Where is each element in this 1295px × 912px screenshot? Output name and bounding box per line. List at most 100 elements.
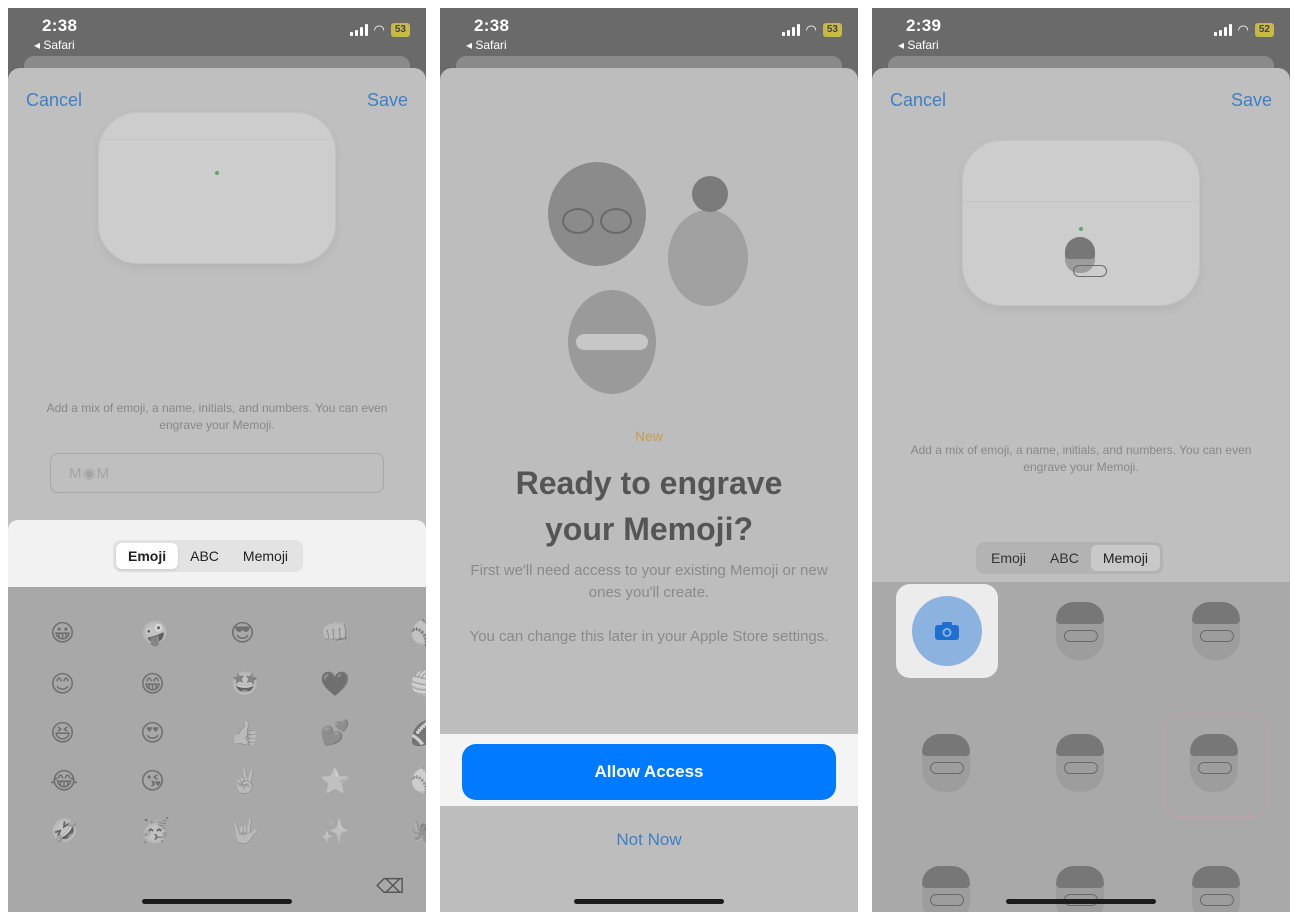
emoji-key[interactable]: 🤪	[140, 620, 170, 648]
segment-abc[interactable]: ABC	[178, 543, 231, 569]
battery-icon: 53	[390, 23, 410, 37]
case-lid-line	[963, 201, 1199, 202]
emoji-key[interactable]: 😘	[140, 768, 165, 796]
segment-abc[interactable]: ABC	[1038, 545, 1091, 571]
camera-button[interactable]	[912, 596, 982, 666]
back-to-safari-link[interactable]: ◂ Safari	[898, 38, 939, 52]
allow-access-highlight: Allow Access	[440, 734, 858, 806]
emoji-key[interactable]: 👍	[230, 720, 260, 748]
emoji-key[interactable]: 💕	[320, 720, 350, 748]
status-icons: ◠ 53	[349, 22, 410, 38]
emoji-key[interactable]: 🤣	[50, 818, 80, 846]
memoji-face-bun	[668, 176, 748, 306]
wifi-icon: ◠	[373, 22, 385, 37]
airpods-case-preview	[98, 112, 336, 264]
wifi-icon: ◠	[1237, 22, 1249, 37]
save-button[interactable]: Save	[367, 90, 408, 111]
glasses-icon	[600, 208, 632, 234]
memoji-sticker[interactable]	[1056, 734, 1104, 792]
status-time: 2:38	[474, 16, 510, 35]
hair-bun-icon	[692, 176, 728, 212]
cancel-button[interactable]: Cancel	[890, 90, 946, 111]
emoji-key[interactable]: 🖤	[320, 671, 350, 699]
emoji-key[interactable]: 🐙	[410, 818, 426, 846]
case-lid-line	[99, 139, 335, 140]
prompt-body-access: First we'll need access to your existing…	[470, 562, 828, 601]
segment-emoji[interactable]: Emoji	[116, 543, 179, 569]
emoji-key[interactable]: 😆	[50, 720, 75, 748]
status-icons: ◠ 52	[1213, 22, 1274, 38]
save-button[interactable]: Save	[1231, 90, 1272, 111]
status-time: 2:38	[42, 16, 78, 35]
emoji-key[interactable]: 🥎	[410, 620, 426, 648]
screen-memoji-picker: 2:39 ◂ Safari ◠ 52 Cancel Save Add a mix…	[872, 8, 1290, 912]
emoji-key[interactable]: 😀	[50, 620, 75, 648]
emoji-key[interactable]: 😍	[140, 720, 165, 748]
battery-icon: 53	[822, 23, 842, 37]
emoji-key[interactable]: 🏐	[410, 671, 426, 699]
engraved-memoji-preview	[1065, 237, 1107, 277]
emoji-key[interactable]: 🥳	[140, 818, 170, 846]
not-now-button[interactable]: Not Now	[440, 830, 858, 850]
emoji-key[interactable]: 😎	[230, 620, 255, 648]
signal-icon	[1213, 24, 1232, 36]
engrave-text-field[interactable]: M◉M	[50, 453, 384, 493]
memoji-sticker[interactable]	[922, 734, 970, 792]
case-status-light	[215, 171, 219, 175]
memoji-sticker[interactable]	[922, 866, 970, 912]
wifi-icon: ◠	[805, 22, 817, 37]
status-time: 2:39	[906, 16, 942, 35]
back-to-safari-link[interactable]: ◂ Safari	[34, 38, 75, 52]
engrave-help-text: Add a mix of emoji, a name, initials, an…	[46, 401, 388, 432]
memoji-sticker[interactable]	[1056, 602, 1104, 660]
status-icons: ◠ 53	[781, 22, 842, 38]
emoji-key[interactable]: ⭐	[320, 768, 350, 796]
engrave-type-segmented-control[interactable]: Emoji ABC Memoji	[113, 540, 304, 572]
emoji-key[interactable]: ⚾	[410, 768, 426, 796]
allow-access-button[interactable]: Allow Access	[462, 744, 836, 800]
memoji-face-sunglasses	[568, 290, 656, 394]
emoji-key[interactable]: 🤩	[230, 671, 260, 699]
battery-icon: 52	[1254, 23, 1274, 37]
new-badge: New	[634, 428, 663, 444]
segment-memoji[interactable]: Memoji	[1090, 545, 1160, 571]
emoji-key[interactable]: ✨	[320, 818, 350, 846]
screen-emoji-keyboard: 2:38 ◂ Safari ◠ 53 Cancel Save Add a mix…	[8, 8, 426, 912]
emoji-key[interactable]: 👊	[320, 620, 350, 648]
back-to-safari-link[interactable]: ◂ Safari	[466, 38, 507, 52]
emoji-key[interactable]: 😁	[140, 671, 165, 699]
emoji-keyboard: 😀 🤪 😎 👊 🥎 😊 😁 🤩 🖤 🏐 😆 😍 👍 💕 🏈 😂 😘 ✌️ ⭐ ⚾…	[8, 587, 426, 912]
case-status-light	[1079, 227, 1083, 231]
memoji-sticker[interactable]	[1192, 866, 1240, 912]
home-indicator	[574, 899, 724, 904]
new-memoji-camera-tile[interactable]	[896, 584, 998, 678]
memoji-illustration	[540, 158, 760, 398]
signal-icon	[781, 24, 800, 36]
emoji-key[interactable]: ✌️	[230, 768, 260, 796]
engrave-type-bar: Emoji ABC Memoji	[8, 520, 426, 587]
engrave-type-segmented-control[interactable]: Emoji ABC Memoji	[976, 542, 1163, 574]
engrave-text-value: M◉M	[69, 465, 111, 482]
segment-memoji[interactable]: Memoji	[231, 543, 300, 569]
delete-key-icon[interactable]: ⌫	[376, 873, 404, 901]
selected-memoji-tile[interactable]	[1164, 714, 1268, 818]
cancel-button[interactable]: Cancel	[26, 90, 82, 111]
emoji-key[interactable]: 😂	[50, 768, 78, 796]
engrave-help-text: Add a mix of emoji, a name, initials, an…	[910, 443, 1252, 474]
emoji-key[interactable]: 🏈	[410, 720, 426, 748]
memoji-picker-grid	[872, 582, 1290, 912]
glasses-icon	[562, 208, 594, 234]
memoji-sticker	[1190, 734, 1238, 792]
camera-icon	[935, 622, 959, 640]
emoji-key[interactable]: 🤟	[230, 818, 260, 846]
emoji-key[interactable]: 😊	[50, 671, 75, 699]
prompt-title-line1: Ready to engrave	[515, 465, 783, 501]
segment-emoji[interactable]: Emoji	[979, 545, 1038, 571]
home-indicator	[142, 899, 292, 904]
memoji-face-curly-hair	[548, 162, 646, 266]
airpods-case-preview	[962, 140, 1200, 306]
memoji-sticker[interactable]	[1056, 866, 1104, 912]
prompt-title-line2: your Memoji?	[544, 511, 753, 547]
home-indicator	[1006, 899, 1156, 904]
memoji-sticker[interactable]	[1192, 602, 1240, 660]
